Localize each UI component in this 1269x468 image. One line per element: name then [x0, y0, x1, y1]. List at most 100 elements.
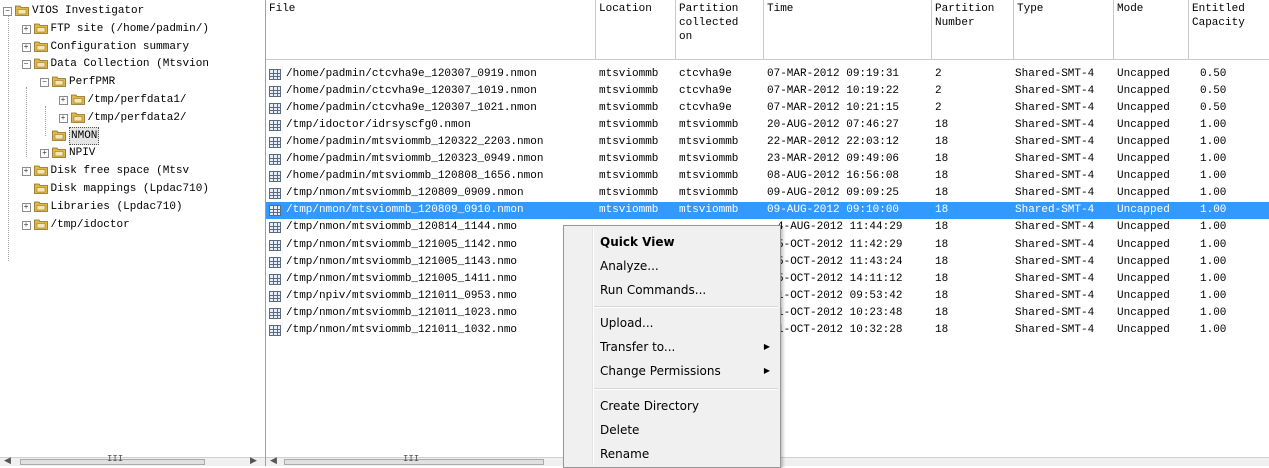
- cell-location: mtsviommb: [599, 170, 659, 183]
- menu-item-run-commands[interactable]: Run Commands...: [564, 279, 780, 301]
- cell-partition-number: 2: [935, 102, 942, 115]
- menu-label: Run Commands...: [600, 283, 707, 297]
- nmon-file-icon: [269, 256, 281, 268]
- column-header-entitled-capacity[interactable]: Entitled Capacity: [1189, 0, 1269, 59]
- column-header-file[interactable]: File: [266, 0, 596, 59]
- table-row[interactable]: /tmp/nmon/mtsviommb_120809_0909.nmon mtsv…: [266, 185, 1269, 202]
- cell-time: 1-OCT-2012 10:23:48: [777, 306, 903, 319]
- table-row[interactable]: /home/padmin/ctcvha9e_120307_1021.nmon mt…: [266, 100, 1269, 117]
- cell-time: 22-MAR-2012 22:03:12: [767, 136, 900, 149]
- table-row[interactable]: /home/padmin/mtsviommb_120322_2203.nmon m…: [266, 134, 1269, 151]
- column-header-mode[interactable]: Mode: [1114, 0, 1189, 59]
- scroll-left-arrow-icon[interactable]: ◀: [4, 456, 11, 466]
- cell-partition: ctcvha9e: [679, 85, 732, 98]
- cell-mode: Uncapped: [1117, 289, 1170, 302]
- cell-file: /home/padmin/ctcvha9e_120307_0919.nmon: [286, 68, 537, 80]
- expand-icon[interactable]: +: [21, 24, 31, 34]
- column-header-partition-number[interactable]: Partition Number: [932, 0, 1014, 59]
- menu-item-upload[interactable]: Upload...: [564, 312, 780, 334]
- cell-mode: Uncapped: [1117, 170, 1170, 183]
- table-row[interactable]: /home/padmin/mtsviommb_120808_1656.nmon m…: [266, 168, 1269, 185]
- cell-partition-number: 18: [935, 323, 949, 336]
- menu-item-analyze[interactable]: Analyze...: [564, 255, 780, 277]
- scroll-right-arrow-icon[interactable]: ▶: [250, 456, 257, 466]
- cell-time: 07-MAR-2012 10:19:22: [767, 85, 900, 98]
- table-row[interactable]: /home/padmin/ctcvha9e_120307_1019.nmon mt…: [266, 83, 1269, 100]
- cell-entitled-capacity: 1.00: [1200, 306, 1227, 319]
- cell-mode: Uncapped: [1117, 153, 1170, 166]
- cell-type: Shared-SMT-4: [1015, 289, 1095, 302]
- cell-entitled-capacity: 1.00: [1200, 255, 1227, 268]
- cell-partition: mtsviommb: [679, 119, 739, 132]
- nmon-file-icon: [269, 239, 281, 251]
- scroll-thumb[interactable]: III: [284, 454, 544, 465]
- cell-type: Shared-SMT-4: [1015, 170, 1095, 183]
- cell-entitled-capacity: 1.00: [1200, 323, 1227, 336]
- cell-file: /tmp/nmon/mtsviommb_120809_0910.nmon: [286, 204, 524, 217]
- submenu-arrow-icon: ▶: [763, 342, 770, 351]
- folder-icon: [33, 219, 48, 230]
- cell-type: Shared-SMT-4: [1015, 204, 1095, 217]
- cell-location: mtsviommb: [599, 187, 659, 200]
- table-row[interactable]: /home/padmin/mtsviommb_120323_0949.nmon m…: [266, 151, 1269, 168]
- cell-type: Shared-SMT-4: [1015, 272, 1095, 285]
- tree-horizontal-scrollbar[interactable]: ◀ III ▶: [0, 454, 265, 466]
- expand-icon[interactable]: +: [40, 149, 49, 159]
- expand-icon[interactable]: +: [21, 167, 31, 177]
- menu-item-quick-view[interactable]: Quick View: [564, 231, 780, 253]
- cell-partition: mtsviommb: [679, 153, 739, 166]
- cell-time: 4-AUG-2012 11:44:29: [777, 221, 903, 234]
- folder-icon: [33, 201, 48, 212]
- menu-item-delete[interactable]: Delete: [564, 419, 780, 441]
- menu-label: Upload...: [600, 316, 654, 330]
- cell-partition-number: 18: [935, 306, 949, 319]
- cell-time: 5-OCT-2012 11:43:24: [777, 255, 903, 268]
- cell-mode: Uncapped: [1117, 85, 1170, 98]
- column-header-time[interactable]: Time: [764, 0, 932, 59]
- expand-icon[interactable]: +: [58, 96, 68, 105]
- nmon-file-icon: [269, 137, 281, 149]
- cell-partition-number: 18: [935, 272, 949, 285]
- cell-mode: Uncapped: [1117, 255, 1170, 268]
- menu-item-rename[interactable]: Rename: [564, 443, 780, 465]
- cell-type: Shared-SMT-4: [1015, 255, 1095, 268]
- menu-label: Analyze...: [600, 259, 659, 273]
- collapse-icon[interactable]: −: [3, 7, 12, 16]
- cell-file: /home/padmin/ctcvha9e_120307_1021.nmon: [286, 102, 537, 115]
- cell-time: 20-AUG-2012 07:46:27: [767, 119, 900, 132]
- table-row[interactable]: /tmp/nmon/mtsviommb_120809_0910.nmon mtsv…: [266, 202, 1269, 220]
- tree-item-label: NMON: [69, 126, 100, 145]
- expand-icon[interactable]: +: [58, 113, 68, 123]
- cell-partition: ctcvha9e: [679, 68, 732, 80]
- menu-item-change-permissions[interactable]: Change Permissions ▶: [564, 360, 780, 382]
- column-header-partition-collected[interactable]: Partition collected on: [676, 0, 764, 59]
- menu-separator: [594, 306, 778, 308]
- cell-time: 23-MAR-2012 09:49:06: [767, 153, 900, 166]
- tree-item-label: /tmp/perfdata1/: [87, 94, 187, 106]
- scroll-thumb[interactable]: III: [20, 454, 205, 465]
- expand-icon[interactable]: +: [21, 202, 31, 212]
- column-header-type[interactable]: Type: [1014, 0, 1114, 59]
- cell-mode: Uncapped: [1117, 136, 1170, 149]
- cell-file: /home/padmin/mtsviommb_120322_2203.nmon: [286, 136, 544, 149]
- table-row[interactable]: /tmp/idoctor/idrsyscfg0.nmon mtsviommb mts…: [266, 117, 1269, 134]
- scroll-left-arrow-icon[interactable]: ◀: [270, 456, 277, 466]
- menu-item-create-directory[interactable]: Create Directory: [564, 395, 780, 417]
- expand-icon[interactable]: +: [21, 220, 31, 230]
- cell-location: mtsviommb: [599, 204, 659, 217]
- collapse-icon[interactable]: −: [40, 78, 49, 88]
- collapse-icon[interactable]: −: [21, 60, 31, 70]
- nmon-file-icon: [269, 273, 281, 285]
- cell-partition-number: 18: [935, 153, 949, 166]
- tree-item-label: /tmp/perfdata2/: [87, 111, 187, 124]
- column-header-location[interactable]: Location: [596, 0, 676, 59]
- cell-time: 5-OCT-2012 11:42:29: [777, 238, 903, 251]
- expand-icon[interactable]: +: [21, 42, 31, 52]
- navigation-tree[interactable]: − VIOS Investigator + FTP site (/home/padmi…: [0, 0, 266, 466]
- nmon-file-icon: [269, 222, 281, 234]
- cell-partition-number: 18: [935, 136, 949, 149]
- nmon-file-icon: [269, 69, 281, 80]
- cell-file: /tmp/nmon/mtsviommb_121011_1023.nmo: [286, 306, 518, 319]
- table-row[interactable]: /home/padmin/ctcvha9e_120307_0919.nmon mt…: [266, 66, 1269, 83]
- menu-item-transfer-to[interactable]: Transfer to... ▶: [564, 336, 780, 358]
